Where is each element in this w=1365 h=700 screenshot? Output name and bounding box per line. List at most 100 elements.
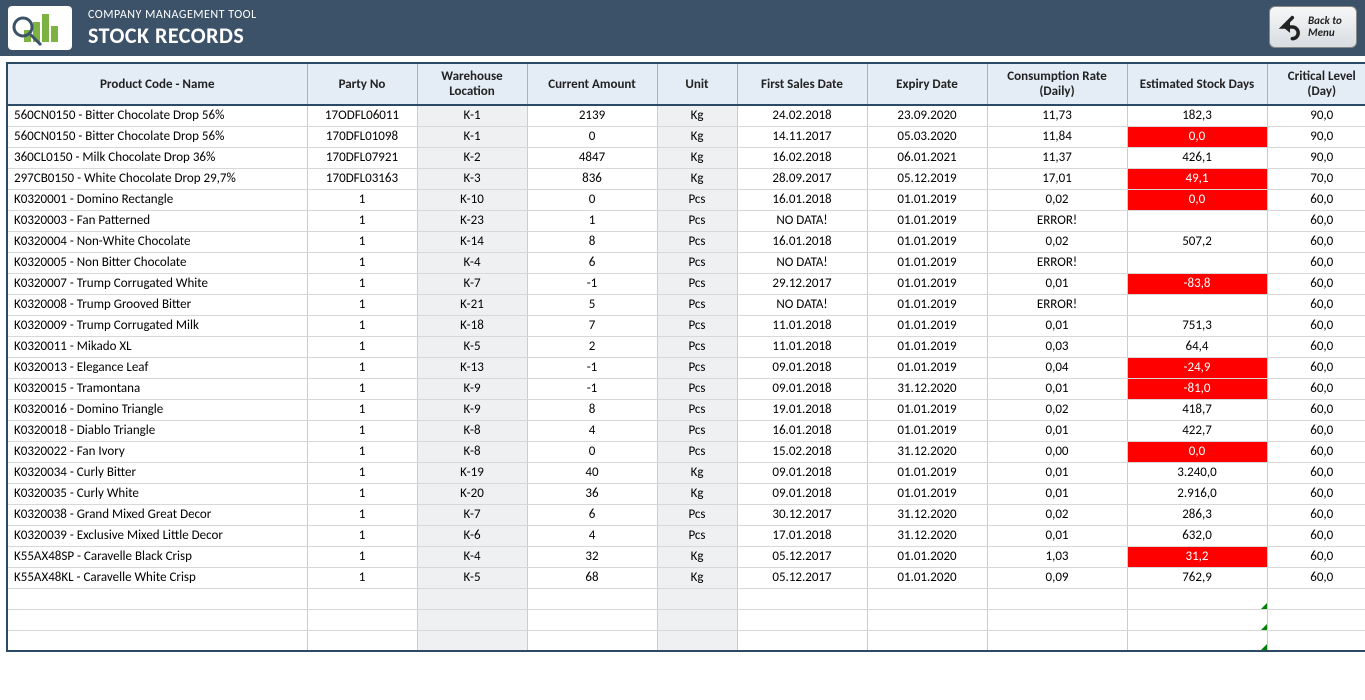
cell[interactable] [657,630,737,651]
cell[interactable]: 31.12.2020 [867,504,987,525]
cell[interactable]: K-6 [417,525,527,546]
cell[interactable]: 49,1 [1127,168,1267,189]
cell[interactable]: K0320039 - Exclusive Mixed Little Decor [7,525,307,546]
cell[interactable]: 90,0 [1267,105,1365,126]
cell[interactable]: Pcs [657,357,737,378]
cell[interactable] [1267,630,1365,651]
table-row[interactable]: K0320018 - Diablo Triangle1K-84Pcs16.01.… [7,420,1365,441]
cell[interactable]: 60,0 [1267,231,1365,252]
cell[interactable]: 31.12.2020 [867,378,987,399]
cell[interactable]: K-9 [417,399,527,420]
cell[interactable]: 0,01 [987,315,1127,336]
cell[interactable]: K0320007 - Trump Corrugated White [7,273,307,294]
cell[interactable]: 0,01 [987,378,1127,399]
cell[interactable]: 6 [527,252,657,273]
cell[interactable]: -81,0 [1127,378,1267,399]
cell[interactable]: 2 [527,336,657,357]
cell[interactable]: 7 [527,315,657,336]
cell[interactable]: 01.01.2019 [867,294,987,315]
cell[interactable]: K-8 [417,441,527,462]
table-row[interactable]: K0320022 - Fan Ivory1K-80Pcs15.02.201831… [7,441,1365,462]
cell[interactable]: K-5 [417,336,527,357]
column-header[interactable]: Expiry Date [867,63,987,105]
cell[interactable]: 286,3 [1127,504,1267,525]
cell[interactable]: Pcs [657,231,737,252]
cell[interactable]: 17,01 [987,168,1127,189]
cell[interactable]: K-19 [417,462,527,483]
cell[interactable]: 1 [527,210,657,231]
cell[interactable]: 11,73 [987,105,1127,126]
cell[interactable]: 1 [307,378,417,399]
cell[interactable]: K-8 [417,420,527,441]
cell[interactable]: 170DFL03163 [307,168,417,189]
cell[interactable]: 05.03.2020 [867,126,987,147]
cell[interactable]: K-1 [417,105,527,126]
cell[interactable]: 05.12.2017 [737,546,867,567]
cell[interactable] [1127,630,1267,651]
cell[interactable]: K0320011 - Mikado XL [7,336,307,357]
cell[interactable]: 1 [307,399,417,420]
cell[interactable]: -1 [527,273,657,294]
cell[interactable]: Pcs [657,378,737,399]
table-row[interactable]: K0320008 - Trump Grooved Bitter1K-215Pcs… [7,294,1365,315]
cell[interactable]: 60,0 [1267,273,1365,294]
cell[interactable] [1267,588,1365,609]
cell[interactable]: K0320035 - Curly White [7,483,307,504]
table-row[interactable]: 560CN0150 - Bitter Chocolate Drop 56%170… [7,126,1365,147]
cell[interactable]: 0,09 [987,567,1127,588]
cell[interactable]: 0,01 [987,420,1127,441]
table-row[interactable]: K0320015 - Tramontana1K-9-1Pcs09.01.2018… [7,378,1365,399]
table-row[interactable]: K0320004 - Non-White Chocolate1K-148Pcs1… [7,231,1365,252]
cell[interactable]: K-13 [417,357,527,378]
cell[interactable]: 31.12.2020 [867,441,987,462]
cell[interactable]: K0320005 - Non Bitter Chocolate [7,252,307,273]
cell[interactable]: 01.01.2019 [867,336,987,357]
cell[interactable]: 170DFL07921 [307,147,417,168]
table-row[interactable]: K0320034 - Curly Bitter1K-1940Kg09.01.20… [7,462,1365,483]
cell[interactable] [987,630,1127,651]
cell[interactable]: 182,3 [1127,105,1267,126]
cell[interactable]: 05.12.2017 [737,567,867,588]
cell[interactable]: 1 [307,189,417,210]
cell[interactable] [1127,609,1267,630]
table-row[interactable]: K0320013 - Elegance Leaf1K-13-1Pcs09.01.… [7,357,1365,378]
table-row[interactable]: 297CB0150 - White Chocolate Drop 29,7%17… [7,168,1365,189]
cell[interactable]: 90,0 [1267,126,1365,147]
cell[interactable]: 09.01.2018 [737,378,867,399]
cell[interactable] [867,609,987,630]
cell[interactable]: 60,0 [1267,315,1365,336]
cell[interactable]: 1 [307,252,417,273]
column-header[interactable]: Warehouse Location [417,63,527,105]
cell[interactable]: 1 [307,210,417,231]
cell[interactable]: 11.01.2018 [737,315,867,336]
cell[interactable]: Pcs [657,210,737,231]
cell[interactable]: 60,0 [1267,546,1365,567]
cell[interactable]: Pcs [657,336,737,357]
cell[interactable]: 0,02 [987,504,1127,525]
table-row[interactable]: K0320016 - Domino Triangle1K-98Pcs19.01.… [7,399,1365,420]
cell[interactable] [307,609,417,630]
cell[interactable]: 09.01.2018 [737,357,867,378]
cell[interactable]: 01.01.2020 [867,567,987,588]
cell[interactable]: NO DATA! [737,210,867,231]
cell[interactable] [987,588,1127,609]
cell[interactable]: 1 [307,567,417,588]
cell[interactable]: K-1 [417,126,527,147]
cell[interactable]: 422,7 [1127,420,1267,441]
cell[interactable]: 60,0 [1267,420,1365,441]
cell[interactable]: NO DATA! [737,294,867,315]
cell[interactable]: 0,02 [987,399,1127,420]
cell[interactable] [867,630,987,651]
cell[interactable]: 15.02.2018 [737,441,867,462]
cell[interactable] [307,630,417,651]
cell[interactable] [1127,210,1267,231]
cell[interactable] [1127,252,1267,273]
column-header[interactable]: Product Code - Name [7,63,307,105]
stock-table[interactable]: Product Code - NameParty NoWarehouse Loc… [6,62,1365,652]
cell[interactable]: 11.01.2018 [737,336,867,357]
cell[interactable]: 09.01.2018 [737,462,867,483]
cell[interactable]: 60,0 [1267,336,1365,357]
cell[interactable] [7,609,307,630]
cell[interactable]: K0320018 - Diablo Triangle [7,420,307,441]
cell[interactable] [7,630,307,651]
